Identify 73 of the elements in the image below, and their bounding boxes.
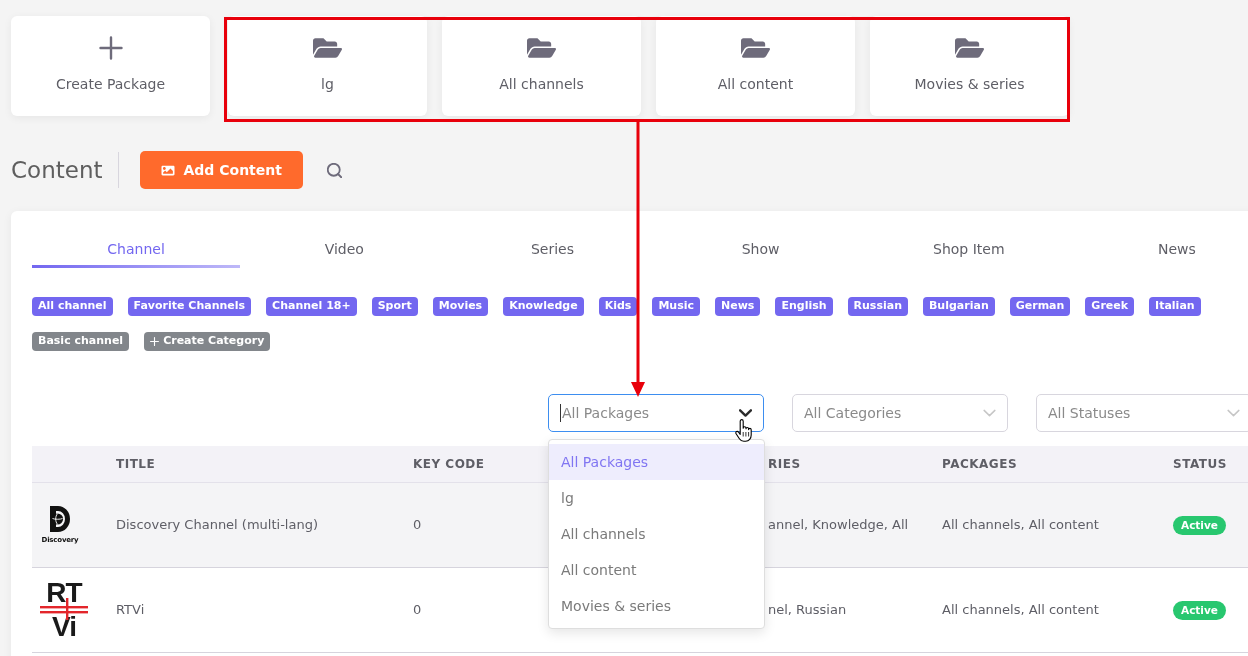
table-cell-text: All channels, All content xyxy=(942,601,1099,620)
category-tag[interactable]: Sport xyxy=(371,297,418,316)
plus-icon xyxy=(98,36,123,60)
category-tag[interactable]: Music xyxy=(652,297,701,316)
category-tag[interactable]: Italian xyxy=(1149,297,1201,316)
plus-icon xyxy=(150,337,160,346)
package-card[interactable]: Movies & series xyxy=(870,16,1069,116)
card-label: Movies & series xyxy=(914,75,1025,94)
column-header: PACKAGES xyxy=(942,456,1018,473)
create-category-button[interactable]: Create Category xyxy=(144,332,271,351)
category-tag[interactable]: Basic channel xyxy=(32,332,130,351)
logo-text: Vi xyxy=(52,615,76,639)
category-tag[interactable]: Kids xyxy=(598,297,638,316)
image-icon xyxy=(161,163,176,177)
table-cell-text: RTVi xyxy=(116,601,145,620)
table-cell-text: Discovery Channel (multi-lang) xyxy=(116,516,318,535)
column-header: RIES xyxy=(768,456,801,473)
category-tag[interactable]: Russian xyxy=(847,297,908,316)
folder-icon xyxy=(955,35,984,61)
category-tag[interactable]: English xyxy=(775,297,833,316)
column-header: KEY CODE xyxy=(413,456,485,473)
create-package-card[interactable]: Create Package xyxy=(11,16,210,116)
dropdown-option[interactable]: lg xyxy=(549,480,764,516)
page-title: Content xyxy=(11,156,103,185)
tab[interactable]: Show xyxy=(656,233,865,268)
tab[interactable]: News xyxy=(1072,233,1248,268)
category-tag[interactable]: Greek xyxy=(1085,297,1135,316)
category-tag[interactable]: All channel xyxy=(32,297,113,316)
table-cell-text: nel, Russian xyxy=(768,601,847,620)
column-header: STATUS xyxy=(1173,456,1227,473)
table-cell-text: 0 xyxy=(413,601,422,620)
d-globe-logo-icon xyxy=(50,505,70,532)
logo-text: RT xyxy=(46,581,82,605)
text-cursor xyxy=(560,404,561,422)
table-cell-text: 0 xyxy=(413,516,422,535)
status-badge: Active xyxy=(1173,600,1226,620)
dropdown-option[interactable]: All channels xyxy=(549,516,764,552)
category-tag[interactable]: Favorite Channels xyxy=(127,297,252,316)
package-card[interactable]: lg xyxy=(228,16,427,116)
tab[interactable]: Shop Item xyxy=(864,233,1073,268)
search-icon xyxy=(327,162,343,178)
card-label: lg xyxy=(321,75,334,94)
dropdown-option[interactable]: All content xyxy=(549,552,764,588)
chevron-down-icon xyxy=(1227,409,1240,417)
category-tag[interactable]: Knowledge xyxy=(503,297,584,316)
category-tag[interactable]: News xyxy=(715,297,761,316)
chevron-down-icon xyxy=(983,409,996,417)
package-card[interactable]: All content xyxy=(656,16,855,116)
card-label: Create Package xyxy=(56,75,165,94)
filter-select[interactable]: All Categories xyxy=(792,394,1008,432)
category-tag[interactable]: German xyxy=(1009,297,1071,316)
filter-select[interactable]: All Statuses xyxy=(1036,394,1248,432)
folder-icon xyxy=(313,35,342,61)
tab[interactable]: Video xyxy=(240,233,449,268)
folder-icon xyxy=(527,35,556,61)
category-tag[interactable]: Bulgarian xyxy=(923,297,995,316)
card-label: All content xyxy=(717,75,794,94)
chevron-down-icon xyxy=(739,409,752,417)
folder-icon xyxy=(741,35,770,61)
category-tag[interactable]: Movies xyxy=(432,297,489,316)
package-card[interactable]: All channels xyxy=(442,16,641,116)
table-cell-text: All channels, All content xyxy=(942,516,1099,535)
card-label: All channels xyxy=(499,75,584,94)
dropdown-option[interactable]: Movies & series xyxy=(549,588,764,624)
dropdown-option[interactable]: All Packages xyxy=(549,444,764,480)
tab[interactable]: Series xyxy=(448,233,657,268)
filter-select[interactable]: All Packages xyxy=(548,394,764,432)
status-badge: Active xyxy=(1173,515,1226,535)
column-header: TITLE xyxy=(116,456,156,473)
add-content-button[interactable]: Add Content xyxy=(140,151,304,189)
category-tag[interactable]: Channel 18+ xyxy=(266,297,357,316)
search-button[interactable] xyxy=(327,162,344,178)
table-cell-text: annel, Knowledge, All xyxy=(768,516,909,535)
